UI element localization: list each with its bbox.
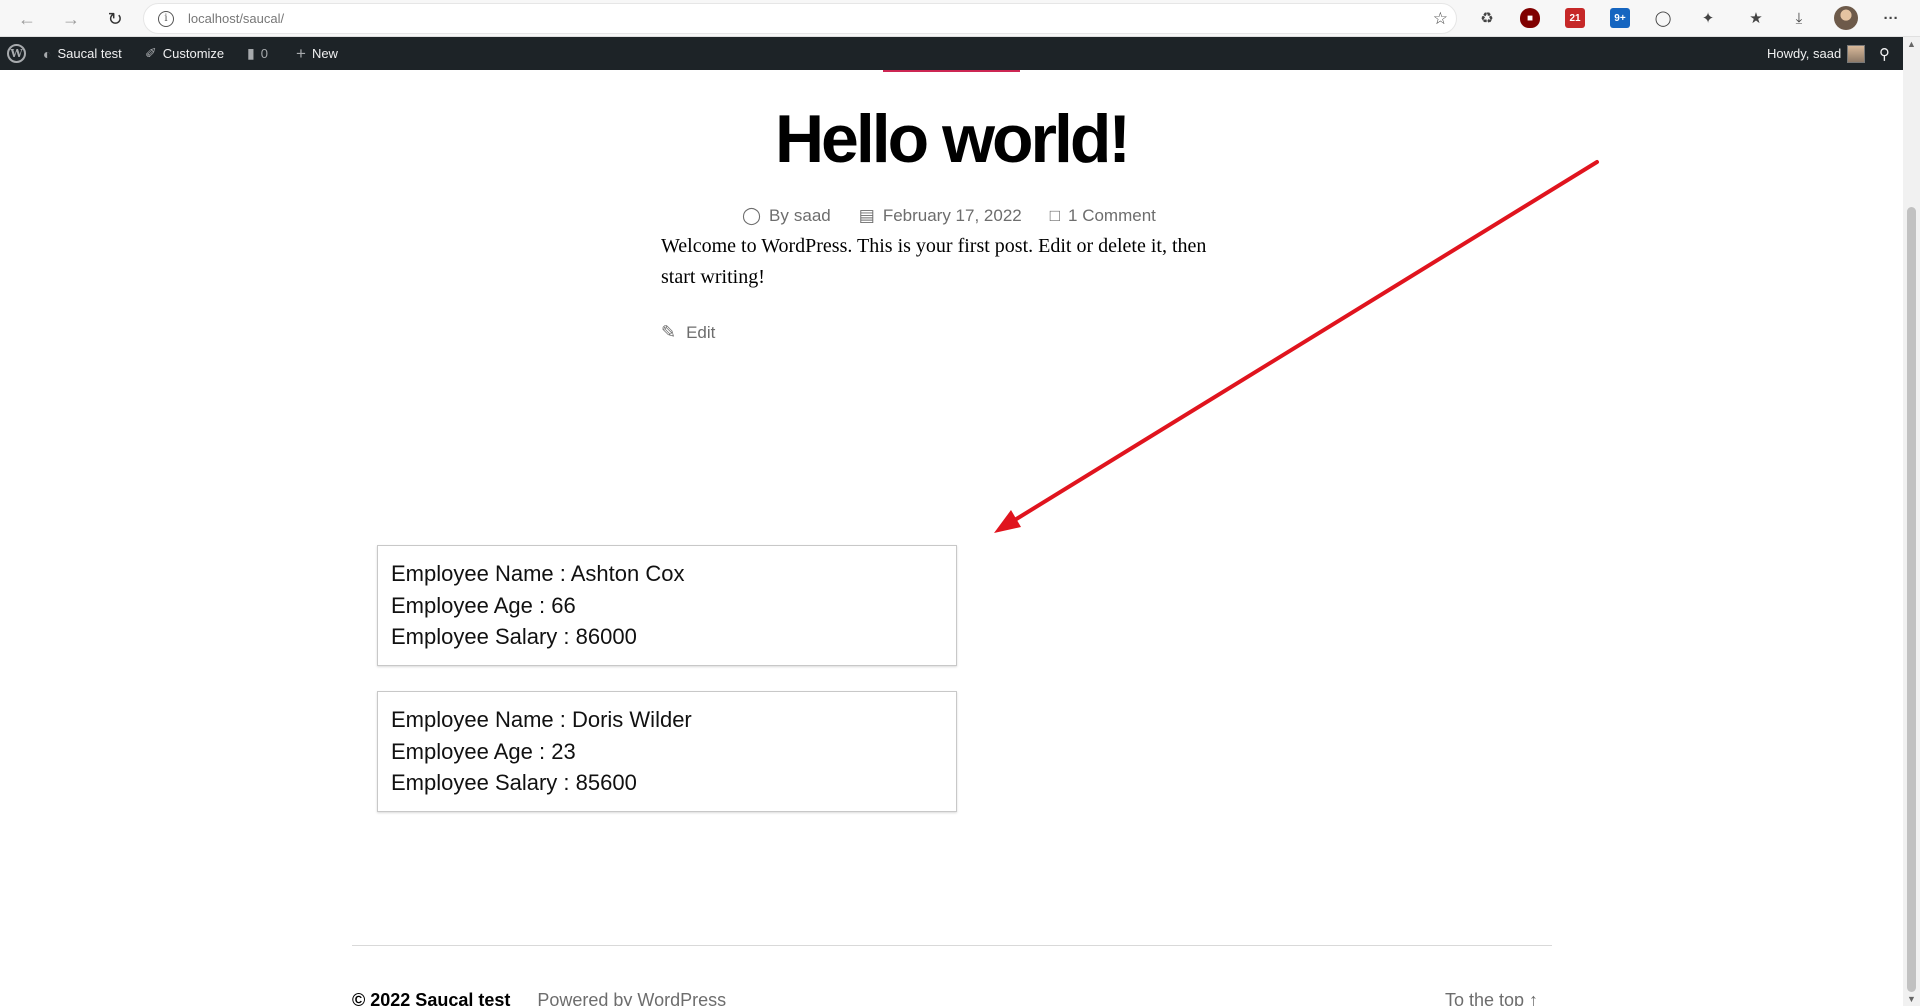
site-name-menu[interactable]: ◐ Saucal test bbox=[43, 37, 122, 70]
comment-icon: □ bbox=[1049, 206, 1061, 225]
date-link[interactable]: February 17, 2022 bbox=[883, 206, 1022, 226]
wp-admin-bar: W ◐ Saucal test ✐ Customize ▮ 0 + New Ho… bbox=[0, 37, 1920, 70]
scroll-down-icon[interactable]: ▼ bbox=[1907, 994, 1916, 1004]
page-scrollbar[interactable]: ▲ ▼ bbox=[1903, 37, 1920, 1006]
scrollbar-thumb[interactable] bbox=[1907, 207, 1916, 992]
employee-name: Employee Name : Ashton Cox bbox=[391, 561, 685, 586]
employee-salary: Employee Salary : 85600 bbox=[391, 770, 637, 795]
admin-search[interactable]: ⚲ bbox=[1879, 37, 1890, 70]
site-name: Saucal test bbox=[57, 46, 122, 61]
code-extension-icon[interactable]: ◯ bbox=[1652, 7, 1674, 29]
employee-name: Employee Name : Doris Wilder bbox=[391, 707, 692, 732]
powered-by-link[interactable]: Powered by WordPress bbox=[537, 990, 726, 1006]
address-bar[interactable]: i localhost/saucal/ ☆ bbox=[143, 3, 1457, 34]
howdy-label: Howdy, saad bbox=[1767, 46, 1842, 61]
dashboard-icon: ◐ bbox=[43, 45, 52, 62]
new-content-menu[interactable]: + New bbox=[296, 37, 338, 70]
edit-post-link[interactable]: ✎ Edit bbox=[661, 322, 715, 343]
wordpress-icon: W bbox=[7, 44, 26, 63]
author-prefix: By bbox=[769, 206, 789, 225]
scroll-up-icon[interactable]: ▲ bbox=[1907, 39, 1916, 49]
recycle-extension-icon[interactable]: ♻ bbox=[1476, 7, 1498, 29]
favorites-icon[interactable]: ★ bbox=[1745, 7, 1767, 29]
customize-label: Customize bbox=[162, 46, 225, 61]
calendar-extension-icon[interactable]: 21 bbox=[1565, 8, 1585, 28]
post-date: ▤ February 17, 2022 bbox=[859, 206, 1022, 226]
forward-icon[interactable]: → bbox=[58, 6, 84, 32]
reload-icon[interactable]: ↻ bbox=[102, 6, 128, 32]
customize-link[interactable]: ✐ Customize bbox=[145, 37, 224, 70]
person-icon: ◯ bbox=[742, 206, 762, 225]
comments-link[interactable]: 1 Comment bbox=[1068, 206, 1156, 226]
post-comments: □ 1 Comment bbox=[1050, 206, 1156, 226]
footer-divider bbox=[352, 945, 1552, 946]
wp-logo-menu[interactable]: W bbox=[7, 37, 26, 70]
category-accent-line bbox=[883, 70, 1020, 72]
author-link[interactable]: saad bbox=[794, 206, 831, 226]
edit-icon: ✎ bbox=[661, 322, 677, 342]
site-info-icon[interactable]: i bbox=[158, 11, 174, 27]
comments-count: 0 bbox=[260, 46, 268, 61]
calendar-icon: ▤ bbox=[858, 206, 875, 225]
user-avatar bbox=[1847, 44, 1866, 63]
url-text: localhost/saucal/ bbox=[188, 11, 285, 26]
post-meta: ◯ By saad ▤ February 17, 2022 □ 1 Commen… bbox=[742, 206, 1184, 226]
add-favorite-icon[interactable]: ☆ bbox=[1433, 9, 1448, 29]
comment-bubble-icon: ▮ bbox=[247, 45, 255, 61]
profile-avatar[interactable] bbox=[1834, 6, 1858, 30]
extensions-puzzle-icon[interactable]: ✦ bbox=[1697, 7, 1719, 29]
employee-age: Employee Age : 23 bbox=[391, 738, 576, 764]
footer-copyright[interactable]: © 2022 Saucal test bbox=[352, 990, 510, 1006]
edit-label: Edit bbox=[686, 322, 716, 342]
url-path: /saucal/ bbox=[239, 11, 285, 26]
footer-credits: © 2022 Saucal test Powered by WordPress bbox=[352, 990, 726, 1006]
post-title: Hello world! bbox=[774, 101, 1131, 177]
browser-toolbar: ← → ↻ i localhost/saucal/ ☆ ♻ ■ 21 9+ ◯ … bbox=[0, 0, 1920, 37]
my-account-menu[interactable]: Howdy, saad bbox=[1767, 37, 1866, 70]
employee-card: Employee Name : Ashton Cox Employee Age … bbox=[377, 545, 957, 666]
to-the-top-link[interactable]: To the top ↑ bbox=[1445, 990, 1538, 1006]
notes-extension-icon[interactable]: 9+ bbox=[1610, 8, 1630, 28]
back-icon[interactable]: ← bbox=[14, 6, 40, 32]
brush-icon: ✐ bbox=[145, 45, 157, 61]
more-menu-icon[interactable]: ··· bbox=[1880, 7, 1902, 29]
downloads-icon[interactable]: ⤓ bbox=[1788, 7, 1810, 29]
search-icon: ⚲ bbox=[1879, 45, 1890, 63]
comments-link[interactable]: ▮ 0 bbox=[247, 37, 268, 70]
employee-age: Employee Age : 66 bbox=[391, 592, 576, 618]
post-author: ◯ By saad bbox=[742, 206, 831, 226]
ublock-icon[interactable]: ■ bbox=[1520, 8, 1540, 28]
employee-card: Employee Name : Doris Wilder Employee Ag… bbox=[377, 691, 957, 812]
employee-salary: Employee Salary : 86000 bbox=[391, 624, 637, 649]
plus-icon: + bbox=[296, 43, 306, 63]
post-content: Welcome to WordPress. This is your first… bbox=[661, 235, 1207, 288]
new-label: New bbox=[311, 46, 338, 61]
